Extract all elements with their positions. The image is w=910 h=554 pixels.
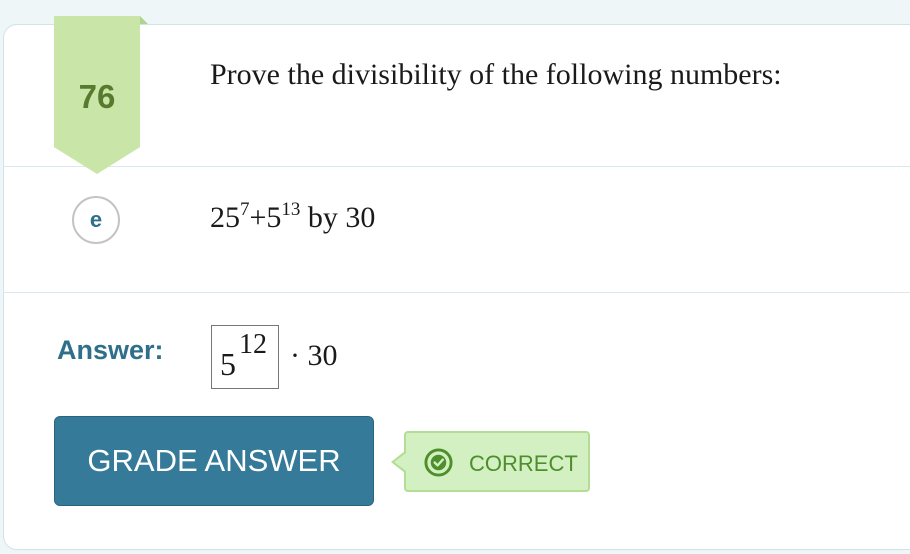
answer-suffix: · 30 <box>290 339 338 372</box>
expression-base-2: 5 <box>266 201 282 234</box>
divider-top <box>3 166 910 167</box>
answer-label: Answer: <box>57 335 164 365</box>
problem-expression: 257+513 by 30 <box>210 199 375 235</box>
expression-exponent-2: 13 <box>281 199 301 220</box>
feedback-status: CORRECT <box>469 451 578 476</box>
check-circle-icon <box>424 448 453 477</box>
grade-answer-button[interactable]: GRADE ANSWER <box>54 416 374 506</box>
expression-operator: + <box>249 201 267 234</box>
grade-answer-label: GRADE ANSWER <box>87 443 341 478</box>
part-badge: e <box>72 196 120 244</box>
problem-number: 76 <box>78 78 116 115</box>
correct-feedback-badge: CORRECT <box>404 431 590 492</box>
answer-input-base: 5 <box>220 346 236 382</box>
expression-base-1: 25 <box>210 201 240 234</box>
problem-prompt: Prove the divisibility of the following … <box>210 58 782 91</box>
feedback-pointer-fill <box>394 453 406 471</box>
answer-input-box[interactable]: 5 12 <box>211 325 279 389</box>
part-label: e <box>89 207 103 232</box>
ribbon-fold <box>140 16 148 24</box>
expression-suffix: by 30 <box>300 201 376 234</box>
divider-middle <box>3 292 910 293</box>
expression-exponent-1: 7 <box>240 199 250 220</box>
answer-input-exponent[interactable]: 12 <box>239 329 267 361</box>
